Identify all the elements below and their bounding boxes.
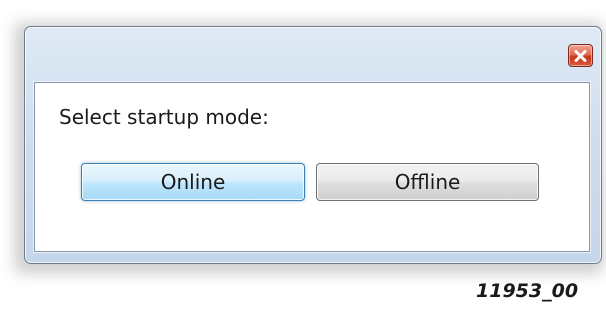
offline-button[interactable]: Offline xyxy=(316,163,539,201)
startup-mode-dialog: Select startup mode: Online Offline xyxy=(24,26,602,264)
close-button[interactable] xyxy=(568,44,593,67)
dialog-titlebar[interactable] xyxy=(25,27,601,77)
online-button[interactable]: Online xyxy=(81,163,305,201)
prompt-label: Select startup mode: xyxy=(59,105,269,129)
figure-label: 11953_00 xyxy=(476,280,579,302)
close-icon xyxy=(574,49,587,62)
dialog-content: Select startup mode: Online Offline xyxy=(34,82,590,252)
screenshot-canvas: Select startup mode: Online Offline 1195… xyxy=(0,0,606,309)
